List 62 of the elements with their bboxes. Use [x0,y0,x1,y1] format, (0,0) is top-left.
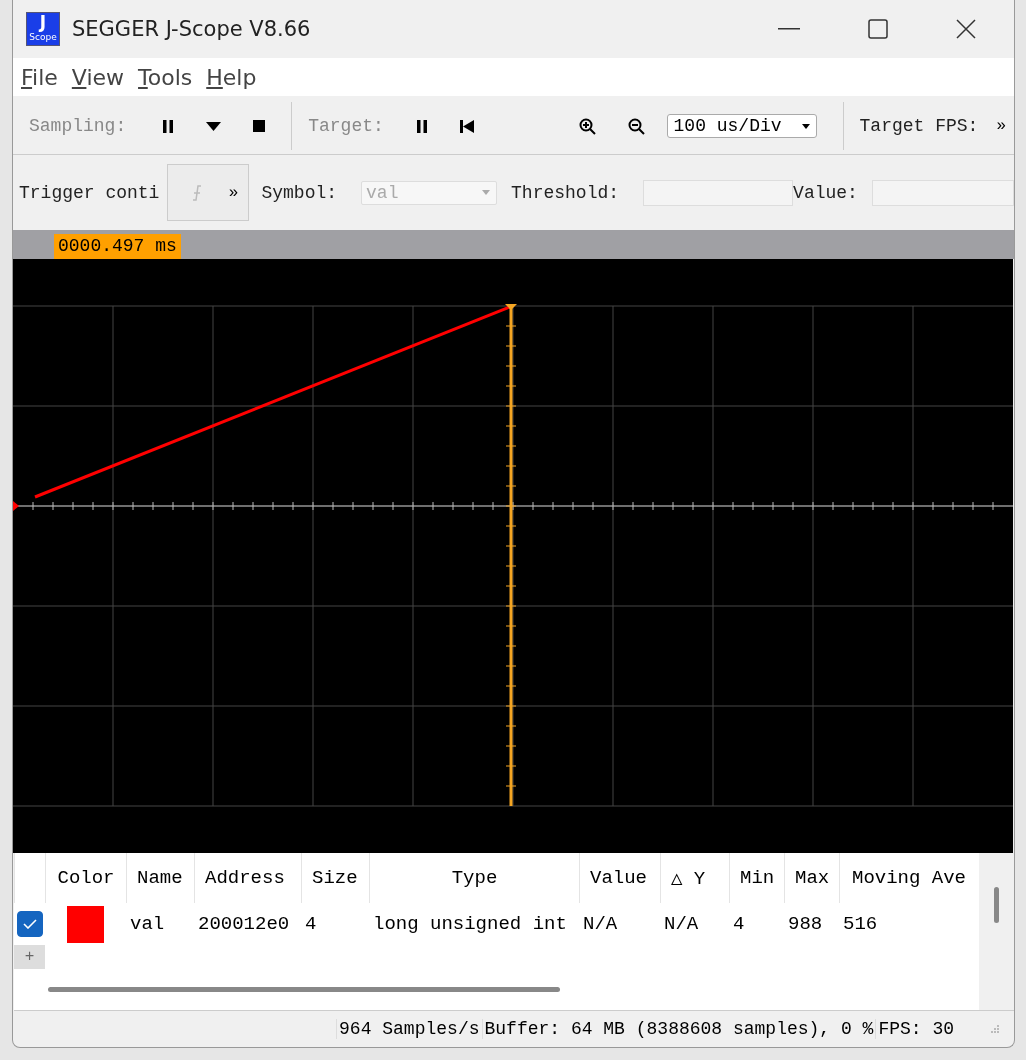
status-text: FPS: 30 [875,1019,956,1039]
skip-back-icon[interactable] [459,119,474,133]
sampling-label: Sampling: [29,116,127,136]
trigger-label: Trigger conti [19,182,160,203]
caret-icon [801,123,810,129]
menu-item[interactable]: Help [206,64,257,90]
table-cell: 200012e0 [198,913,290,935]
column-header[interactable]: Max [784,853,839,903]
table-cell: val [130,913,165,935]
rising-edge-icon [192,184,203,201]
color-swatch[interactable] [67,905,104,943]
target-label: Target: [308,116,384,136]
table-cell: 988 [788,913,823,935]
horizontal-scrollbar[interactable] [48,986,560,992]
column-header[interactable]: Name [126,853,194,903]
column-header[interactable]: Address [194,853,301,903]
menu-item[interactable]: Tools [138,64,193,90]
target-fps-label: Target FPS: [859,116,979,136]
table-cell: N/A [664,913,699,935]
pause-icon[interactable] [415,119,428,133]
table-cell: 4 [305,913,317,935]
column-header[interactable]: Moving Ave [839,853,978,903]
resize-grip-icon[interactable] [990,1024,1000,1034]
column-header[interactable]: Type [369,853,579,903]
menu-item[interactable]: View [71,64,125,90]
column-header[interactable]: Color [45,853,126,903]
app-logo: J Scope [26,12,60,46]
close-icon[interactable] [956,19,976,39]
vertical-scrollbar[interactable] [994,887,999,923]
column-header[interactable]: Size [301,853,369,903]
stop-icon[interactable] [253,120,266,132]
timebase-dropdown[interactable]: 100 us/Div [666,114,817,138]
table-cell: 4 [733,913,745,935]
table-cell: 516 [843,913,878,935]
threshold-label: Threshold: [511,182,620,203]
cursor-time: 0000.497 ms [54,234,181,259]
dropdown-icon[interactable] [206,121,222,131]
value-field[interactable] [871,179,1014,206]
maximize-icon[interactable] [868,19,888,39]
checkbox[interactable] [16,911,43,937]
status-text: Buffer: 64 MB (8388608 samples), 0 % [481,1019,876,1039]
add-row-button[interactable]: + [14,945,45,969]
table-cell: N/A [583,913,618,935]
trigger-marker-icon [13,501,19,511]
checkmark-icon [22,919,37,929]
value-label: Value: [793,182,858,203]
column-header[interactable]: △ Y [660,853,729,903]
zoom-in-icon[interactable] [578,117,596,135]
minimize-icon[interactable] [778,28,800,30]
time-cursor[interactable] [505,304,517,806]
status-text: 964 Samples/s [336,1019,482,1039]
pause-icon[interactable] [162,119,175,133]
symbol-label: Symbol: [261,182,338,203]
column-header[interactable]: Min [729,853,784,903]
trigger-button[interactable]: » [167,164,250,221]
table-cell: long unsigned int [373,913,567,935]
caret-icon [482,190,491,195]
overflow-button[interactable]: » [996,117,1006,135]
column-header[interactable]: Value [579,853,660,903]
window-title: SEGGER J-Scope V8.66 [72,17,311,41]
zoom-out-icon[interactable] [627,117,645,135]
menu-item[interactable]: File [21,64,58,90]
